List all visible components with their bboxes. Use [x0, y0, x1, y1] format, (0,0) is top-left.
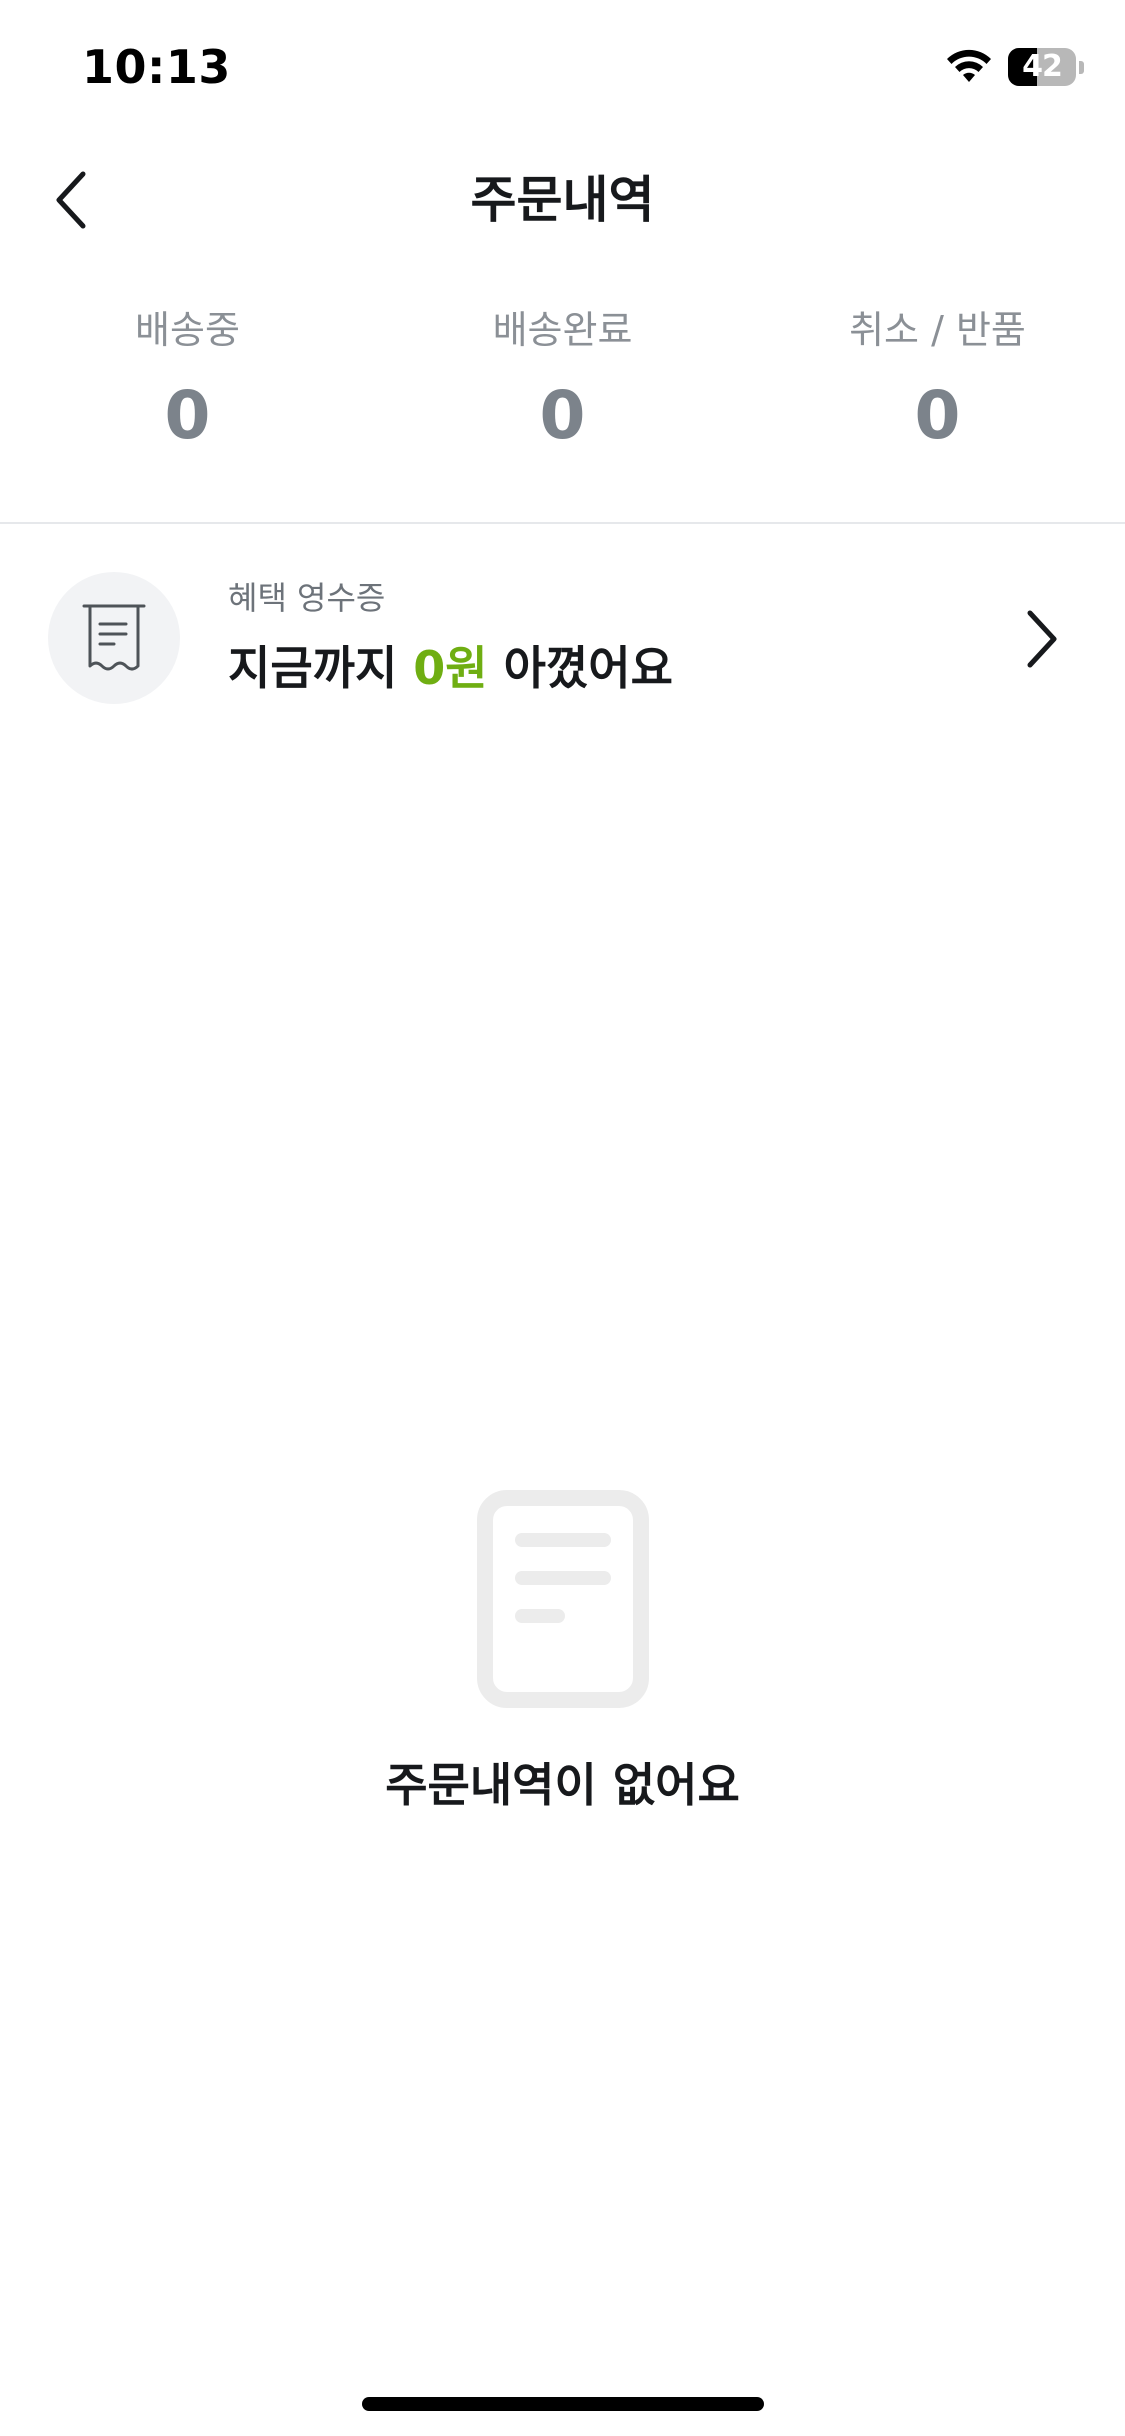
- empty-state-message: 주문내역이 없어요: [385, 1758, 740, 1812]
- chevron-left-icon: [56, 171, 86, 229]
- stat-value: 0: [914, 377, 961, 454]
- stat-cancel-return[interactable]: 취소 / 반품 0: [750, 300, 1125, 470]
- receipt-icon-badge: [48, 572, 180, 704]
- stat-delivered[interactable]: 배송완료 0: [375, 300, 750, 470]
- back-button[interactable]: [36, 160, 106, 240]
- battery-cap: [1079, 61, 1084, 74]
- order-history-screen: 10:13 42 주문내역 배송중 0 배송완료 0 취소 / 반품 0 혜택 …: [0, 0, 1125, 2436]
- battery-body: 42: [1008, 48, 1076, 86]
- benefit-receipt-row[interactable]: 혜택 영수증 지금까지 0원 아꼈어요: [0, 560, 1125, 720]
- status-bar: 10:13 42: [0, 0, 1125, 135]
- receipt-headline: 지금까지 0원 아꼈어요: [228, 640, 673, 696]
- order-status-summary: 배송중 0 배송완료 0 취소 / 반품 0: [0, 300, 1125, 470]
- battery-indicator: 42: [1008, 48, 1086, 86]
- stat-value: 0: [539, 377, 586, 454]
- home-indicator[interactable]: [362, 2397, 764, 2411]
- stat-label: 배송완료: [492, 308, 633, 352]
- saved-amount: 0원: [413, 641, 488, 695]
- divider: [0, 522, 1125, 524]
- document-icon: [477, 1490, 649, 1708]
- nav-bar: 주문내역: [0, 140, 1125, 260]
- stat-label: 취소 / 반품: [849, 308, 1026, 352]
- receipt-caption: 혜택 영수증: [228, 579, 386, 617]
- page-title: 주문내역: [470, 171, 655, 229]
- chevron-right-icon: [1020, 604, 1064, 674]
- stat-shipping[interactable]: 배송중 0: [0, 300, 375, 470]
- receipt-icon: [82, 604, 146, 671]
- wifi-icon: [947, 49, 991, 82]
- headline-prefix: 지금까지: [228, 641, 398, 695]
- battery-level: 42: [1022, 49, 1063, 84]
- status-time: 10:13: [82, 40, 231, 94]
- stat-value: 0: [164, 377, 211, 454]
- headline-suffix: 아꼈어요: [503, 641, 673, 695]
- stat-label: 배송중: [135, 308, 240, 352]
